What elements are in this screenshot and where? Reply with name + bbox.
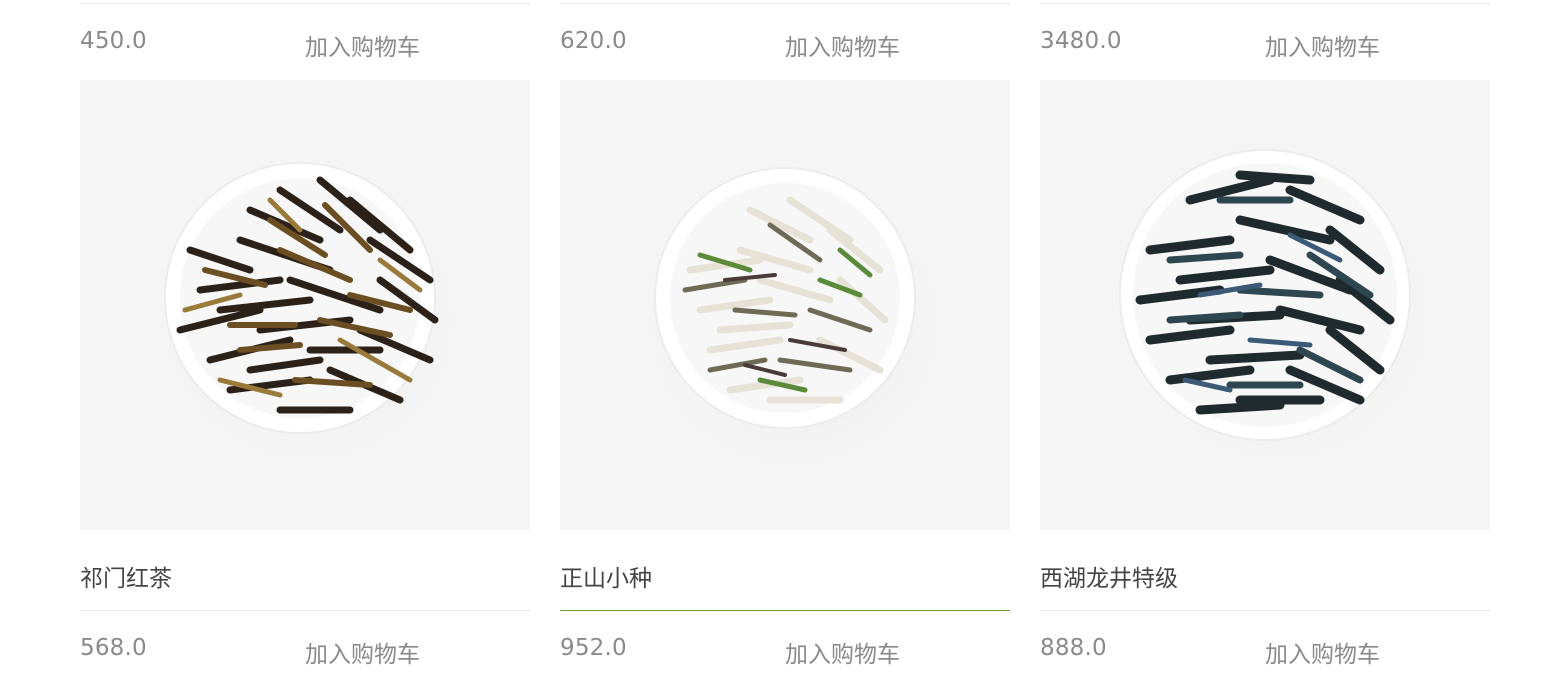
add-to-cart-button[interactable]: 加入购物车 bbox=[305, 28, 420, 62]
add-to-cart-button[interactable]: 加入购物车 bbox=[305, 635, 420, 669]
product-card: 3480.0 加入购物车 西湖龙井特级 888.0 加入购物车 bbox=[1040, 0, 1490, 675]
product-image[interactable] bbox=[80, 80, 530, 530]
prev-product-price: 620.0 bbox=[560, 28, 627, 54]
add-to-cart-button[interactable]: 加入购物车 bbox=[1265, 635, 1380, 669]
product-price: 888.0 bbox=[1040, 635, 1107, 661]
divider bbox=[560, 3, 1010, 4]
product-image[interactable] bbox=[1040, 80, 1490, 530]
divider bbox=[80, 3, 530, 4]
product-grid: 450.0 加入购物车 祁门红茶 568.0 加入购物车 620.0 加入购物车… bbox=[80, 0, 1490, 675]
product-title[interactable]: 西湖龙井特级 bbox=[1040, 559, 1178, 593]
tea-leaves-brown-image bbox=[150, 162, 470, 475]
product-price: 952.0 bbox=[560, 635, 627, 661]
product-price: 568.0 bbox=[80, 635, 147, 661]
divider bbox=[80, 610, 530, 611]
add-to-cart-button[interactable]: 加入购物车 bbox=[785, 28, 900, 62]
tea-leaves-dark-image bbox=[1115, 149, 1445, 475]
product-card: 620.0 加入购物车 正山小种 952.0 加入购物车 bbox=[560, 0, 1010, 675]
divider-active bbox=[560, 610, 1010, 611]
product-image[interactable] bbox=[560, 80, 1010, 530]
divider bbox=[1040, 3, 1490, 4]
prev-product-price: 450.0 bbox=[80, 28, 147, 54]
product-title[interactable]: 正山小种 bbox=[560, 559, 652, 593]
add-to-cart-button[interactable]: 加入购物车 bbox=[785, 635, 900, 669]
product-card: 450.0 加入购物车 祁门红茶 568.0 加入购物车 bbox=[80, 0, 530, 675]
divider bbox=[1040, 610, 1490, 611]
add-to-cart-button[interactable]: 加入购物车 bbox=[1265, 28, 1380, 62]
prev-product-price: 3480.0 bbox=[1040, 28, 1122, 54]
tea-leaves-white-image bbox=[635, 167, 955, 480]
product-title[interactable]: 祁门红茶 bbox=[80, 559, 172, 593]
